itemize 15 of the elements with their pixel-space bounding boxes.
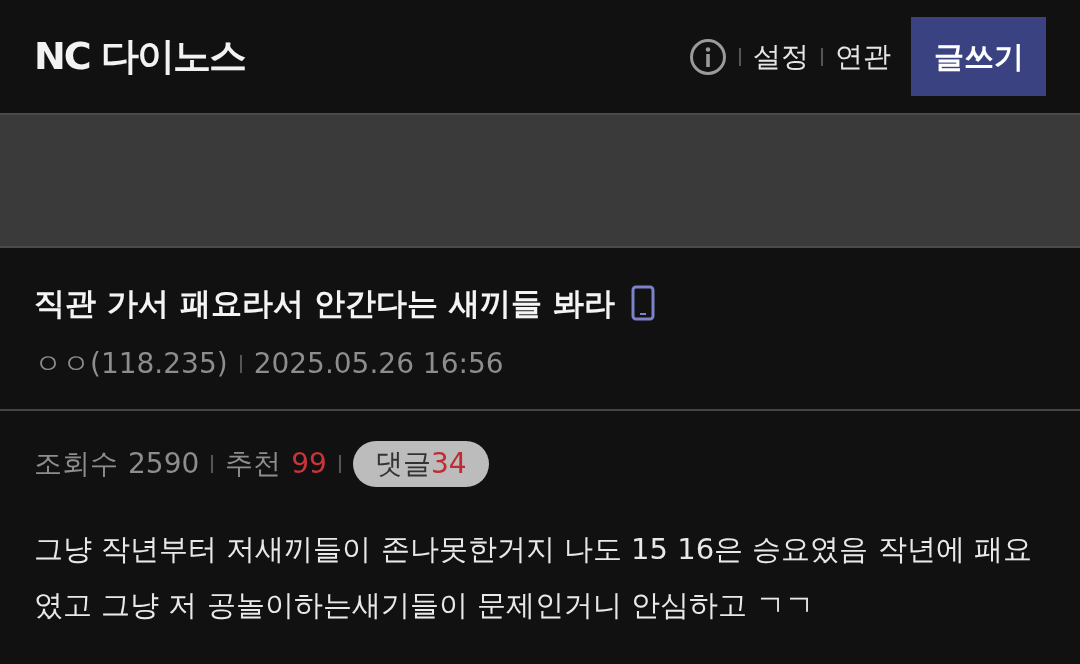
phone-icon [630,285,655,322]
recommend-label: 추천 [225,446,282,482]
write-button[interactable]: 글쓰기 [911,17,1046,96]
board-title: NC 다이노스 [34,33,245,80]
info-icon[interactable] [689,37,727,76]
comments-button[interactable]: 댓글34 [352,441,489,487]
recommend-count: 99 [291,446,327,482]
post-body: 그냥 작년부터 저새끼들이 존나못한거지 나도 15 16은 승요였음 작년에 패요였고 그냥 저 공놀이하는새기들이 문제인거니 안심하고 ㄱㄱ [33,531,1033,624]
views-label: 조회수 [34,446,118,482]
views-count: 2590 [128,446,200,482]
header-link[interactable]: 연관 [835,35,891,78]
header-link[interactable]: 설정 [753,35,809,78]
post-date: 2025.05.26 16:56 [253,345,504,382]
post-title: 직관 가서 패요라서 안간다는 새끼들 봐라 [34,284,615,323]
post-author: ㅇㅇ(118.235) [34,345,228,382]
